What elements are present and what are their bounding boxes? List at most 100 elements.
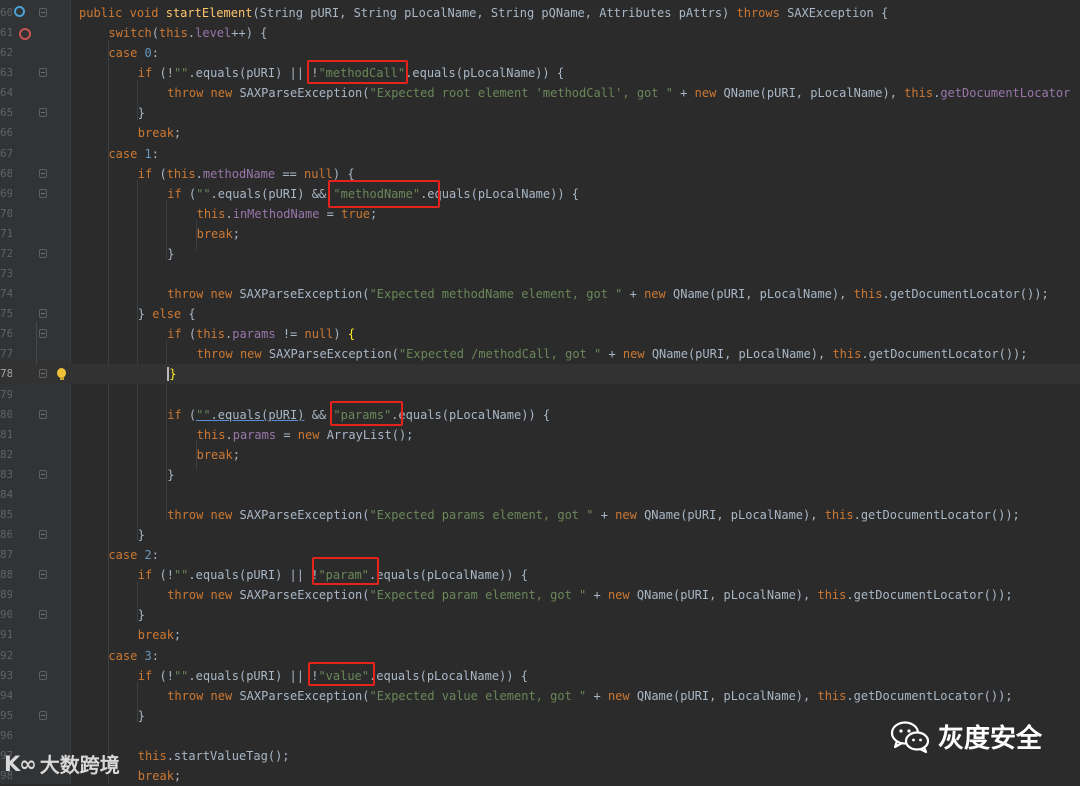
- code-line[interactable]: 83}: [0, 465, 1080, 485]
- line-number: 80: [0, 407, 12, 421]
- code-line[interactable]: 66 break;: [0, 123, 1080, 143]
- fold-icon[interactable]: [39, 710, 47, 720]
- code-text[interactable]: }: [138, 706, 145, 726]
- fold-icon[interactable]: [39, 469, 47, 479]
- wechat-icon: [890, 720, 930, 753]
- code-text[interactable]: throw new SAXParseException("Expected me…: [167, 284, 1049, 304]
- code-text[interactable]: throw new SAXParseException("Expected pa…: [167, 585, 1012, 605]
- code-text[interactable]: switch(this.level++) {: [108, 23, 267, 43]
- code-line[interactable]: 76 if (this.params != null) {: [0, 324, 1080, 344]
- code-text[interactable]: public void startElement(String pURI, St…: [79, 3, 888, 23]
- fold-icon[interactable]: [39, 329, 47, 339]
- code-line[interactable]: 64 throw new SAXParseException("Expected …: [0, 83, 1080, 103]
- code-line[interactable]: 70 this.inMethodName = true;: [0, 204, 1080, 224]
- code-text[interactable]: case 3:: [108, 646, 159, 666]
- line-number: 95: [0, 708, 12, 722]
- code-line[interactable]: 69 if ("".equals(pURI) && "methodName".eq…: [0, 184, 1080, 204]
- code-text[interactable]: }: [138, 103, 145, 123]
- code-line[interactable]: 91 break;: [0, 625, 1080, 645]
- fold-icon[interactable]: [39, 248, 47, 258]
- fold-icon[interactable]: [39, 570, 47, 580]
- code-line[interactable]: 85 throw new SAXParseException("Expected …: [0, 505, 1080, 525]
- fold-icon[interactable]: [39, 369, 47, 379]
- highlight-box-methodname: [328, 180, 440, 208]
- code-text[interactable]: } else {: [138, 304, 196, 324]
- code-line[interactable]: 94 throw new SAXParseException("Expected …: [0, 686, 1080, 706]
- code-line[interactable]: 98 break;: [0, 766, 1080, 786]
- line-number: 63: [0, 66, 12, 80]
- fold-icon[interactable]: [39, 670, 47, 680]
- fold-icon[interactable]: [39, 108, 47, 118]
- watermark-huidu: 灰度安全: [890, 718, 1042, 755]
- code-line[interactable]: 65}: [0, 103, 1080, 123]
- code-line[interactable]: 82 break;: [0, 445, 1080, 465]
- code-text[interactable]: }: [167, 465, 174, 485]
- code-line[interactable]: 71 break;: [0, 224, 1080, 244]
- fold-icon[interactable]: [39, 68, 47, 78]
- code-text[interactable]: break;: [197, 224, 240, 244]
- code-text[interactable]: case 2:: [108, 545, 159, 565]
- fold-icon[interactable]: [39, 309, 47, 319]
- fold-icon[interactable]: [39, 409, 47, 419]
- code-line[interactable]: 79: [0, 385, 1080, 405]
- fold-icon[interactable]: [39, 610, 47, 620]
- code-text[interactable]: throw new SAXParseException("Expected va…: [167, 686, 1012, 706]
- fold-icon[interactable]: [39, 530, 47, 540]
- code-line[interactable]: 89 throw new SAXParseException("Expected …: [0, 585, 1080, 605]
- code-line[interactable]: 90}: [0, 605, 1080, 625]
- code-text[interactable]: case 0:: [108, 43, 159, 63]
- code-text[interactable]: break;: [138, 625, 181, 645]
- code-text[interactable]: throw new SAXParseException("Expected pa…: [167, 505, 1020, 525]
- code-text[interactable]: }: [138, 605, 145, 625]
- line-number: 87: [0, 548, 12, 562]
- line-number: 60: [0, 6, 12, 19]
- fold-icon[interactable]: [39, 168, 47, 178]
- code-line[interactable]: 86}: [0, 525, 1080, 545]
- code-editor[interactable]: 60 public void startElement(String pURI, …: [0, 0, 1080, 784]
- code-text[interactable]: }: [167, 244, 174, 264]
- brand-logo: K∞: [4, 751, 37, 776]
- line-number: 74: [0, 287, 12, 301]
- line-number: 61: [0, 26, 12, 40]
- code-line[interactable]: 77 throw new SAXParseException("Expected …: [0, 344, 1080, 364]
- code-text[interactable]: break;: [138, 766, 181, 786]
- code-line[interactable]: 72}: [0, 244, 1080, 264]
- code-line[interactable]: 73: [0, 264, 1080, 284]
- code-text[interactable]: if (this.params != null) {: [167, 324, 355, 344]
- code-line[interactable]: 81 this.params = new ArrayList();: [0, 425, 1080, 445]
- code-line[interactable]: 74 throw new SAXParseException("Expected …: [0, 284, 1080, 304]
- highlight-box-param: [312, 557, 379, 585]
- code-text[interactable]: this.params = new ArrayList();: [197, 425, 414, 445]
- code-text[interactable]: break;: [197, 445, 240, 465]
- code-line[interactable]: 60 public void startElement(String pURI, …: [0, 3, 1080, 23]
- fold-icon[interactable]: [39, 188, 47, 198]
- code-line[interactable]: 78}: [0, 364, 1080, 385]
- watermark-left-text: 大数跨境: [39, 753, 120, 777]
- code-line[interactable]: 75} else {: [0, 304, 1080, 324]
- code-line[interactable]: 61 switch(this.level++) {: [0, 23, 1080, 43]
- code-text[interactable]: throw new SAXParseException("Expected /m…: [197, 344, 1028, 364]
- code-line[interactable]: 62 case 0:: [0, 43, 1080, 63]
- code-text[interactable]: case 1:: [108, 144, 159, 164]
- code-line[interactable]: 92 case 3:: [0, 646, 1080, 666]
- line-number: 94: [0, 688, 12, 702]
- code-line[interactable]: 67 case 1:: [0, 144, 1080, 164]
- code-text[interactable]: }: [138, 525, 145, 545]
- code-text[interactable]: }: [167, 364, 176, 384]
- code-text[interactable]: throw new SAXParseException("Expected ro…: [167, 83, 1070, 103]
- code-line[interactable]: 88 if (!"".equals(pURI) || !"param".equal…: [0, 565, 1080, 585]
- lightbulb-icon[interactable]: [57, 368, 66, 381]
- fold-icon[interactable]: [39, 8, 47, 17]
- code-text[interactable]: if (this.methodName == null) {: [138, 164, 355, 184]
- code-text[interactable]: this.startValueTag();: [138, 746, 290, 766]
- code-line[interactable]: 93 if (!"".equals(pURI) || !"value".equal…: [0, 666, 1080, 686]
- code-line[interactable]: 84: [0, 485, 1080, 505]
- breakpoint-icon[interactable]: [19, 28, 31, 41]
- code-line[interactable]: 68 if (this.methodName == null) {: [0, 164, 1080, 184]
- code-line[interactable]: 87 case 2:: [0, 545, 1080, 565]
- code-line[interactable]: 80 if ("".equals(pURI) && "params".equals…: [0, 405, 1080, 425]
- code-text[interactable]: break;: [138, 123, 181, 143]
- line-number: 82: [0, 447, 12, 461]
- code-line[interactable]: 63 if (!"".equals(pURI) || !"methodCall".…: [0, 63, 1080, 83]
- override-icon[interactable]: [14, 6, 25, 17]
